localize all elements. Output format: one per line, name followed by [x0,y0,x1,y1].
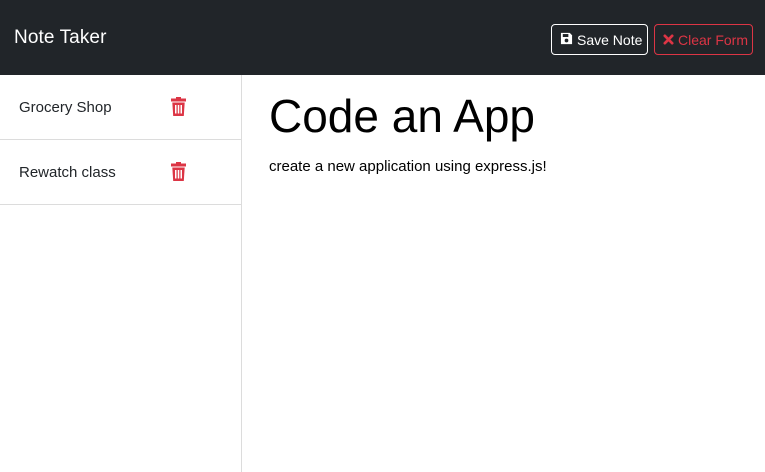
save-note-button[interactable]: Save Note [551,24,648,55]
x-icon [663,32,674,48]
save-note-label: Save Note [577,31,643,48]
clear-form-button[interactable]: Clear Form [654,24,753,55]
floppy-disk-icon [560,32,573,48]
list-item[interactable]: Grocery Shop [0,75,241,140]
trash-icon[interactable] [171,162,186,181]
clear-form-label: Clear Form [678,31,749,48]
note-title-input[interactable]: Code an App [269,87,535,145]
list-item[interactable]: Rewatch class [0,140,241,205]
note-title[interactable]: Grocery Shop [19,98,112,118]
note-text-area[interactable]: create a new application using express.j… [269,157,547,177]
note-list: Grocery Shop Rewatch class [0,75,241,205]
note-title[interactable]: Rewatch class [19,163,116,183]
note-list-sidebar: Grocery Shop Rewatch class [0,75,242,472]
note-editor: Code an App create a new application usi… [243,75,765,472]
navbar: Note Taker Save Note Clear Form [0,0,765,75]
app-title[interactable]: Note Taker [14,26,107,50]
trash-icon[interactable] [171,97,186,116]
